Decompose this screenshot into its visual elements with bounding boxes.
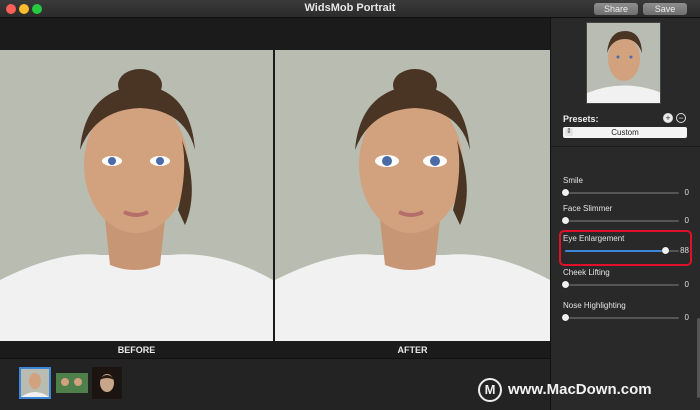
title-bar: WidsMob Portrait Share Save [0,0,700,18]
slider-knob[interactable] [562,189,569,196]
slider-label: Cheek Lifting [563,268,610,277]
watermark-logo: M [478,378,502,402]
save-button[interactable]: Save [643,3,687,15]
thumbnail-2[interactable] [56,373,88,393]
presets-dropdown[interactable]: ⇕ Custom [563,127,687,138]
presets-label: Presets: [563,114,599,124]
slider-knob[interactable] [562,314,569,321]
slider-label: Nose Highlighting [563,301,626,310]
preset-value: Custom [611,128,639,137]
before-label: BEFORE [117,345,156,355]
comparison-viewer: BEFORE AFTER [0,18,550,358]
slider-knob[interactable] [562,217,569,224]
eye-enlargement-highlight [559,230,692,266]
filmstrip [0,358,550,410]
slider-track[interactable] [562,189,679,196]
slider-track[interactable] [562,217,679,224]
adjustments-sidebar: Presets: + − ⇕ Custom Smile 0 Face Slimmer… [550,18,700,410]
preview-thumbnail [586,22,661,104]
slider-track[interactable] [562,281,679,288]
slider-value: 0 [684,188,689,197]
chevron-updown-icon: ⇕ [565,128,573,136]
slider-value: 0 [684,280,689,289]
minus-circle-icon[interactable]: − [676,113,686,123]
thumbnail-1[interactable] [19,367,51,399]
watermark-text: www.MacDown.com [508,381,652,398]
slider-label: Smile [563,176,584,185]
before-photo [0,50,273,341]
divider [551,146,700,147]
slider-label: Face Slimmer [563,204,613,213]
after-label: AFTER [397,345,428,355]
slider-value: 0 [684,216,689,225]
thumbnail-3[interactable] [92,367,122,399]
slider-knob[interactable] [562,281,569,288]
slider-value: 0 [684,313,689,322]
after-photo [275,50,550,341]
plus-circle-icon[interactable]: + [663,113,673,123]
share-button[interactable]: Share [594,3,638,15]
slider-track[interactable] [562,314,679,321]
